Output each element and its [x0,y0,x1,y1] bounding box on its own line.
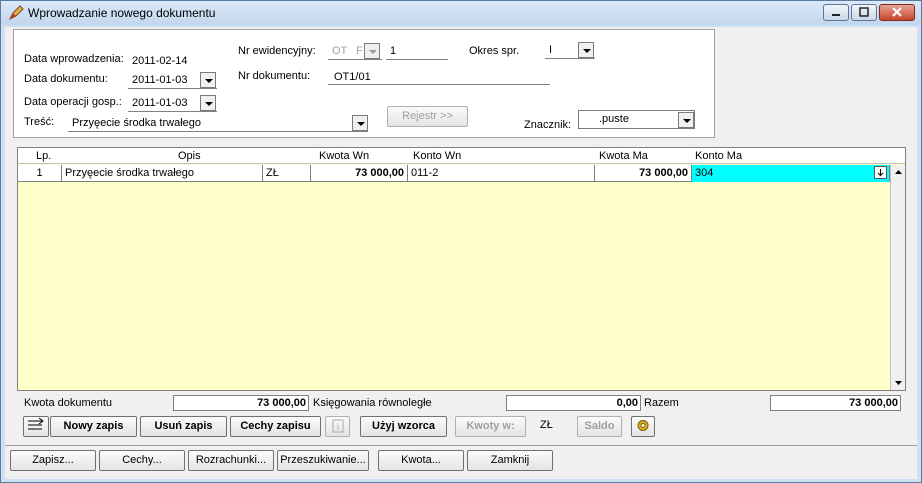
kwota-dok-label: Kwota dokumentu [24,397,113,409]
okres-combo[interactable]: I [545,42,595,59]
row-konto-ma-active[interactable]: 304 [692,165,890,182]
chevron-down-icon[interactable] [678,112,694,128]
chevron-down-icon[interactable] [200,95,216,111]
minimize-button[interactable] [823,4,849,21]
tresc-label: Treść: [24,116,55,128]
row-opis[interactable]: Przyęecie środka trwałego [62,165,263,182]
scroll-up-icon[interactable] [891,165,906,179]
znacznik-combo[interactable]: .puste [578,110,695,129]
uzyj-wzorca-button[interactable]: Użyj wzorca [360,416,447,437]
row-kwota-ma[interactable]: 73 000,00 [595,165,692,182]
przeszukiwanie-button[interactable]: Przeszukiwanie... [277,450,369,471]
row-waluta[interactable]: ZŁ [263,165,311,182]
grid-header: Lp. Opis Kwota Wn Konto Wn Kwota Ma Kont… [18,148,905,164]
info-button[interactable]: i [325,416,350,437]
zapisz-button[interactable]: Zapisz... [10,450,96,471]
op-date-label: Data operacji gosp.: [24,96,122,108]
waluta-label: ZŁ [540,419,553,431]
nr-dok-value[interactable]: OT1/01 [334,71,371,83]
okres-value: I [549,44,553,56]
row-konto-wn[interactable]: 011-2 [408,165,595,182]
znacznik-label: Znacznik: [524,119,572,131]
col-kwota-wn: Kwota Wn [319,150,370,162]
minimize-icon [832,14,840,16]
tresc-combo[interactable]: Przyęecie środka trwałego [68,115,368,132]
kwota-button[interactable]: Kwota... [378,450,464,471]
nr-dok-underline [328,84,550,85]
document-header-panel: Data wprowadzenia: 2011-02-14 Data dokum… [13,29,715,138]
col-lp: Lp. [36,150,52,162]
chevron-down-icon[interactable] [578,42,594,58]
kwoty-w-button[interactable]: Kwoty w: [455,416,526,437]
okres-label: Okres spr. [469,45,520,57]
zamknij-button[interactable]: Zamknij [467,450,553,471]
table-row[interactable]: 1 Przyęecie środka trwałego ZŁ 73 000,00… [18,165,890,182]
doc-date-value: 2011-01-03 [132,74,188,86]
svg-text:i: i [337,422,339,432]
close-icon [892,7,902,17]
razem-label: Razem [644,397,679,409]
nr-ewid-prefix: OT [332,45,348,57]
date-entry-label: Data wprowadzenia: [24,53,124,65]
kwota-dok-field: 73 000,00 [173,395,309,411]
chevron-down-icon[interactable] [352,115,368,131]
col-konto-ma: Konto Ma [695,150,743,162]
col-kwota-ma: Kwota Ma [599,150,648,162]
znacznik-value: .puste [599,113,629,125]
row-konto-ma[interactable]: 304 [695,167,713,179]
close-button[interactable] [879,4,915,21]
pen-icon [8,5,24,21]
gear-icon [637,420,649,431]
doc-date-picker[interactable]: 2011-01-03 [128,72,217,89]
tresc-value: Przyęecie środka trwałego [72,117,202,129]
cechy-button[interactable]: Cechy... [99,450,185,471]
ksieg-label: Księgowania równoległe [313,397,432,409]
col-opis: Opis [178,150,201,162]
window-client: Data wprowadzenia: 2011-02-14 Data dokum… [5,27,917,479]
window-title: Wprowadzanie nowego dokumentu [28,6,216,20]
ksieg-field: 0,00 [506,395,641,411]
grid-vertical-scrollbar[interactable] [890,165,905,390]
scroll-down-icon[interactable] [891,376,906,390]
cechy-zapisu-button[interactable]: Cechy zapisu [230,416,321,437]
nr-ewid-suffix: F [356,45,363,57]
rozrachunki-button[interactable]: Rozrachunki... [188,450,274,471]
doc-date-label: Data dokumentu: [24,73,108,85]
chevron-down-icon[interactable] [364,43,380,59]
nr-ewid-number[interactable]: 1 [390,45,396,57]
nowy-zapis-button[interactable]: Nowy zapis [50,416,137,437]
op-date-value: 2011-01-03 [132,97,188,109]
razem-field: 73 000,00 [770,395,901,411]
saldo-button[interactable]: Saldo [577,416,622,437]
col-konto-wn: Konto Wn [413,150,462,162]
nr-dok-label: Nr dokumentu: [238,70,311,82]
op-date-picker[interactable]: 2011-01-03 [128,95,217,112]
entries-grid[interactable]: Lp. Opis Kwota Wn Konto Wn Kwota Ma Kont… [17,147,906,391]
main-window: Wprowadzanie nowego dokumentu Data wprow… [0,0,922,483]
title-bar[interactable]: Wprowadzanie nowego dokumentu [1,1,921,25]
rejestr-button[interactable]: Rejestr >> [387,106,468,127]
bottom-separator [5,445,917,446]
nr-ewid-underline [386,59,448,60]
row-kwota-wn[interactable]: 73 000,00 [311,165,408,182]
settings-button[interactable] [631,416,655,437]
maximize-icon [859,7,869,17]
menu-icon [28,417,44,430]
nr-ewid-prefix-combo[interactable]: OT F [328,43,382,60]
info-icon: i [332,419,343,433]
row-lp[interactable]: 1 [18,165,62,182]
maximize-button[interactable] [851,4,877,21]
date-entry-value: 2011-02-14 [132,55,188,67]
usun-zapis-button[interactable]: Usuń zapis [140,416,227,437]
nr-ewid-label: Nr ewidencyjny: [238,45,316,57]
lookup-icon[interactable] [874,166,887,179]
toggle-view-button[interactable] [23,416,49,437]
chevron-down-icon[interactable] [200,72,216,88]
